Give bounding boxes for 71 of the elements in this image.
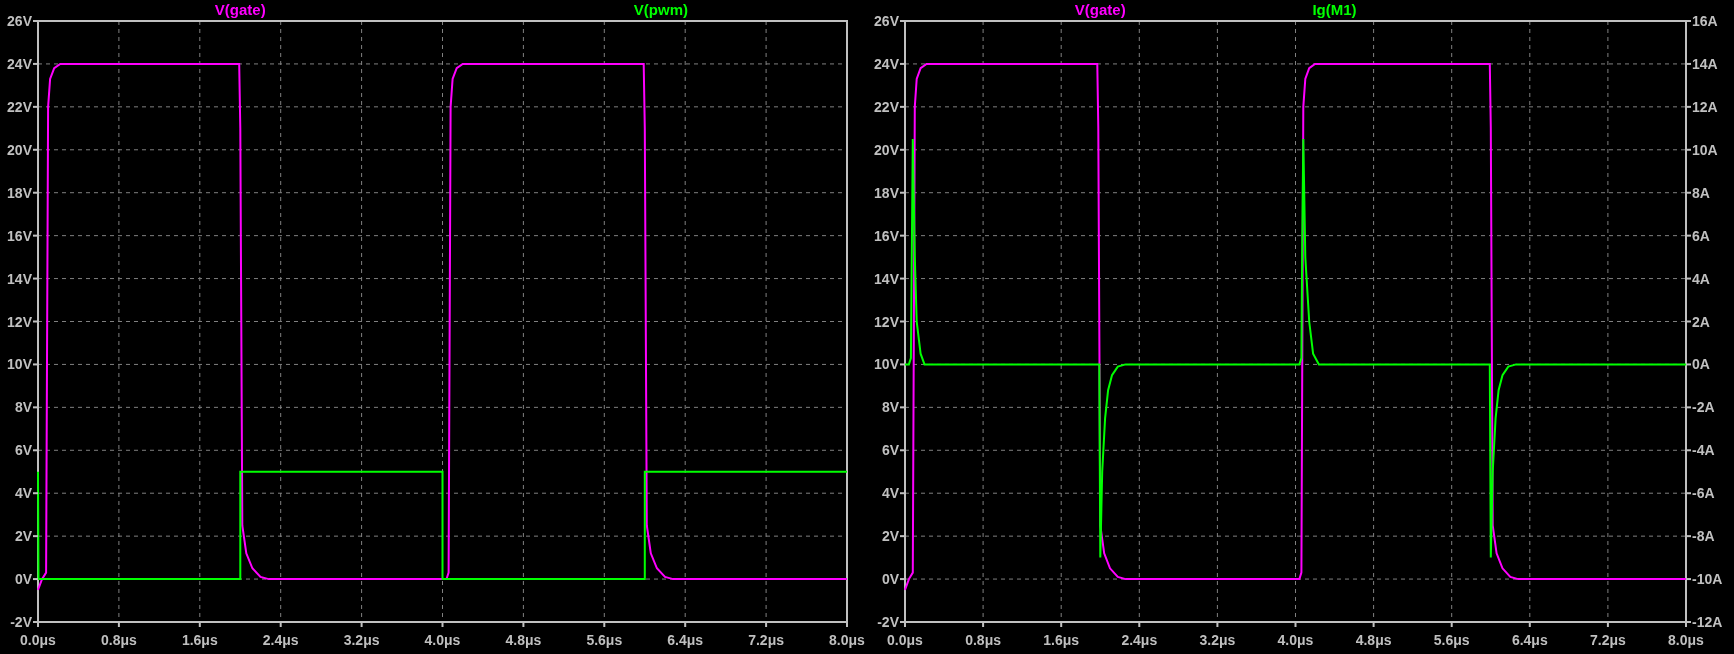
axis-tick-label: -2V [10,614,32,630]
axis-tick-label: 0.8μs [101,632,137,648]
axis-tick-label: 8.0μs [1668,632,1704,648]
axis-tick-label: 4.0μs [424,632,461,648]
axis-tick-label: 10V [874,356,899,373]
axis-tick-label: 16V [874,227,899,244]
axis-tick-label: 4.8μs [1355,632,1392,648]
axis-tick-label: 14V [874,270,899,287]
axis-tick-label: 18V [874,184,899,201]
axis-tick-label: -4A [1692,442,1715,459]
trace-label[interactable]: V(pwm) [633,1,688,18]
axis-tick-label: 2.4μs [1121,632,1158,648]
axis-tick-label: 10V [7,356,32,373]
axis-tick-label: 6A [1692,227,1710,244]
axis-tick-label: 2.4μs [262,632,299,648]
axis-tick-label: 24V [874,55,899,72]
axis-tick-label: 8.0μs [829,632,865,648]
axis-tick-label: 2A [1692,313,1710,330]
axis-tick-label: 4V [881,485,899,502]
axis-tick-label: -6A [1692,485,1715,502]
trace-label[interactable]: Ig(M1) [1312,1,1357,18]
axis-tick-label: 0.8μs [965,632,1001,648]
axis-tick-label: 26V [874,13,899,29]
axis-tick-label: -12A [1692,614,1723,630]
axis-tick-label: 4.0μs [1277,632,1314,648]
axis-tick-label: 22V [874,98,899,115]
axis-tick-label: 20V [7,141,32,158]
axis-tick-label: 4.8μs [505,632,542,648]
axis-tick-label: 6V [14,442,32,459]
axis-tick-label: 6.4μs [667,632,704,648]
axis-tick-label: 12V [7,313,32,330]
axis-tick-label: 8V [881,399,899,416]
axis-tick-label: -2V [877,614,899,630]
axis-tick-label: -8A [1692,528,1715,545]
axis-tick-label: 6.4μs [1511,632,1548,648]
axis-tick-label: 2V [14,528,32,545]
axis-tick-label: 4V [14,485,32,502]
axis-tick-label: 14A [1692,55,1718,72]
axis-tick-label: 4A [1692,270,1710,287]
axis-tick-label: 14V [7,270,32,287]
axis-tick-label: 24V [7,55,32,72]
axis-tick-label: 1.6μs [181,632,218,648]
axis-tick-label: 16A [1692,13,1718,29]
axis-tick-label: 3.2μs [1199,632,1236,648]
axis-tick-label: -2A [1692,399,1715,416]
axis-tick-label: 2V [881,528,899,545]
axis-tick-label: 5.6μs [1433,632,1470,648]
axis-tick-label: 10A [1692,141,1718,158]
axis-tick-label: 12V [874,313,899,330]
axis-tick-label: 7.2μs [1590,632,1626,648]
axis-tick-label: 20V [874,141,899,158]
axis-tick-label: 5.6μs [586,632,623,648]
axis-tick-label: 7.2μs [748,632,784,648]
axis-tick-label: 8V [14,399,32,416]
axis-tick-label: 16V [7,227,32,244]
axis-tick-label: 8A [1692,184,1710,201]
axis-tick-label: 6V [881,442,899,459]
axis-tick-label: -10A [1692,571,1723,588]
trace-label[interactable]: V(gate) [1074,1,1126,18]
axis-tick-label: 0A [1692,356,1710,373]
axis-tick-label: 3.2μs [343,632,380,648]
trace-label[interactable]: V(gate) [214,1,266,18]
axis-tick-label: 0V [14,571,32,588]
axis-tick-label: 18V [7,184,32,201]
axis-tick-label: 0.0μs [887,632,923,648]
axis-tick-label: 12A [1692,98,1718,115]
axis-tick-label: 0.0μs [20,632,56,648]
axis-tick-label: 1.6μs [1043,632,1080,648]
axis-tick-label: 26V [7,13,32,29]
axis-tick-label: 22V [7,98,32,115]
axis-tick-label: 0V [881,571,899,588]
